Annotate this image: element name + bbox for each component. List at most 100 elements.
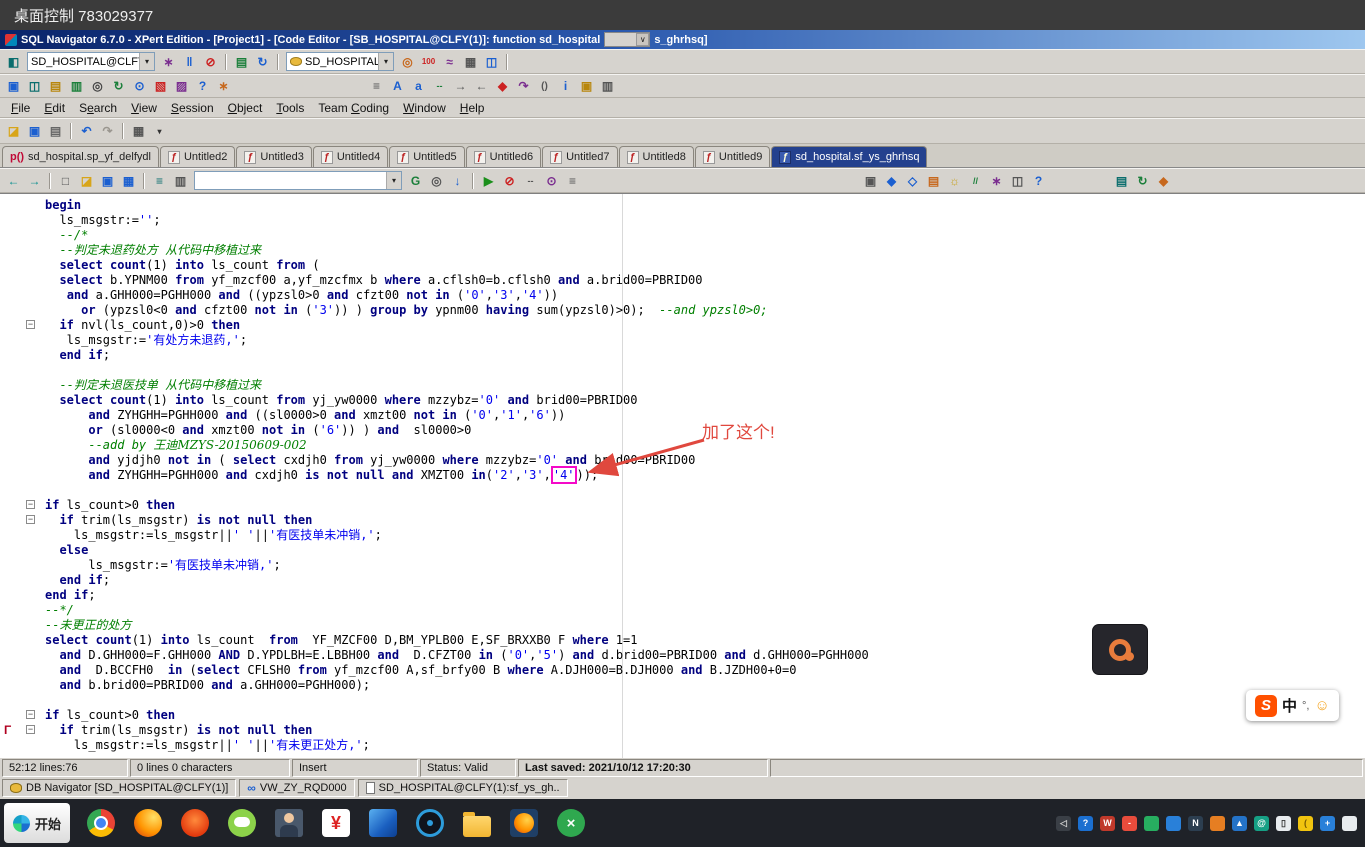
white-tray-icon[interactable] [1342, 815, 1357, 831]
ime-language-indicator[interactable]: 中 [1282, 695, 1297, 716]
comment-toggle-icon[interactable]: -- [521, 171, 540, 190]
phone-tray-icon[interactable]: ▯ [1276, 815, 1291, 831]
snippet-icon[interactable]: ▤ [924, 171, 943, 190]
fold-collapse-icon[interactable]: − [26, 725, 35, 734]
dropdown-arrow-icon[interactable]: ▾ [139, 53, 154, 70]
menu-view[interactable]: View [124, 99, 164, 117]
goto-icon[interactable]: ↷ [514, 76, 533, 96]
format-code-icon[interactable]: ≡ [367, 76, 386, 96]
tab-sd_hospital.sp_yf_delfydl[interactable]: p() sd_hospital.sp_yf_delfydl [2, 146, 159, 167]
fold-collapse-icon[interactable]: − [26, 710, 35, 719]
lock-block-icon[interactable]: ◆ [882, 171, 901, 190]
new-session-icon[interactable]: ▣ [4, 76, 23, 96]
chat-app-icon[interactable] [223, 804, 261, 842]
refresh-icon[interactable]: ↻ [253, 52, 272, 71]
back-icon[interactable]: ← [4, 171, 23, 190]
blue-tray-icon[interactable] [1166, 815, 1181, 831]
find-text-icon[interactable]: ◎ [427, 171, 446, 190]
undo-icon[interactable]: ↶ [77, 121, 96, 141]
find-objects-icon[interactable]: ◎ [398, 52, 417, 71]
blue-app-icon[interactable] [364, 804, 402, 842]
bookmark-icon[interactable]: ◆ [493, 76, 512, 96]
code-editor[interactable]: begin ls_msgstr:=''; --/* --判定未退药处方 从代码中… [0, 193, 1365, 758]
green-x-app-icon[interactable]: × [552, 804, 590, 842]
word-tray-icon[interactable]: W [1100, 815, 1115, 831]
menu-file[interactable]: File [4, 99, 37, 117]
ime-punctuation-indicator[interactable]: °, [1302, 700, 1309, 712]
tab-Untitled7[interactable]: ƒ Untitled7 [542, 146, 618, 167]
menu-edit[interactable]: Edit [37, 99, 72, 117]
grid-icon[interactable]: ▦ [461, 52, 480, 71]
search-combo[interactable]: ▾ [194, 171, 402, 190]
assist-icon[interactable]: ? [1029, 171, 1048, 190]
menu-window[interactable]: Window [396, 99, 453, 117]
help-icon[interactable]: ? [193, 76, 212, 96]
firefox-icon[interactable] [129, 804, 167, 842]
connect-session-icon[interactable]: ◧ [4, 52, 23, 71]
tab-Untitled3[interactable]: ƒ Untitled3 [236, 146, 312, 167]
outline-icon[interactable]: ≡ [150, 171, 169, 190]
chrome-icon[interactable] [82, 804, 120, 842]
doc-comment-icon[interactable]: // [966, 171, 985, 190]
session-options-icon[interactable]: ∗ [159, 52, 178, 71]
schema-combo[interactable]: SD_HOSPITAL ▾ [286, 52, 394, 71]
new-doc-icon[interactable]: □ [56, 171, 75, 190]
start-button[interactable]: 开始 [4, 803, 71, 843]
compass-app-icon[interactable] [411, 804, 449, 842]
substitution-icon[interactable]: ≈ [440, 52, 459, 71]
menu-tools[interactable]: Tools [269, 99, 311, 117]
panel-view[interactable]: ∞ VW_ZY_RQD000 [239, 779, 355, 797]
menu-search[interactable]: Search [72, 99, 124, 117]
opera-icon[interactable] [176, 804, 214, 842]
bracket-tray-icon[interactable]: ( [1298, 815, 1313, 831]
find-icon[interactable]: ◎ [88, 76, 107, 96]
dropdown-arrow-icon[interactable]: ▾ [386, 172, 401, 189]
pause-icon[interactable]: ‖ [180, 52, 199, 71]
history-icon[interactable]: ⊙ [130, 76, 149, 96]
open-object-icon[interactable]: ◫ [25, 76, 44, 96]
save-doc-icon[interactable]: ▣ [98, 171, 117, 190]
unlock-block-icon[interactable]: ◇ [903, 171, 922, 190]
indent-icon[interactable]: → [451, 76, 470, 96]
audio-tray-icon[interactable]: ◁ [1056, 815, 1071, 831]
lowercase-icon[interactable]: a [409, 76, 428, 96]
hint-icon[interactable]: ☼ [945, 171, 964, 190]
print-icon[interactable]: ▤ [46, 121, 65, 141]
tab-Untitled8[interactable]: ƒ Untitled8 [618, 146, 694, 167]
comment-lines-icon[interactable]: -- [430, 76, 449, 96]
sogou-logo-icon[interactable]: S [1255, 694, 1277, 717]
brackets-icon[interactable]: () [535, 76, 554, 96]
open-doc-icon[interactable]: ◪ [77, 171, 96, 190]
forward-icon[interactable]: → [25, 171, 44, 190]
lock-icon[interactable]: ▣ [577, 76, 596, 96]
options-icon[interactable]: ∗ [214, 76, 233, 96]
stop-icon[interactable]: ⊘ [201, 52, 220, 71]
redo-icon[interactable]: ↷ [98, 121, 117, 141]
recycle-icon[interactable]: ↻ [109, 76, 128, 96]
sync-icon[interactable]: ↻ [1133, 171, 1152, 190]
menu-object[interactable]: Object [221, 99, 270, 117]
shield-tray-icon[interactable]: ▲ [1232, 815, 1247, 831]
outdent-icon[interactable]: ← [472, 76, 491, 96]
window-titlebar[interactable]: SQL Navigator 6.7.0 - XPert Edition - [P… [0, 30, 1365, 49]
save-file-icon[interactable]: ▣ [25, 121, 44, 141]
output-icon[interactable]: ▧ [151, 76, 170, 96]
db-explorer-icon[interactable]: ▤ [46, 76, 65, 96]
tab-Untitled2[interactable]: ƒ Untitled2 [159, 146, 236, 167]
tab-Untitled9[interactable]: ƒ Untitled9 [694, 146, 771, 167]
ime-bar[interactable]: S 中 °, ☺ [1246, 690, 1339, 721]
tag-icon[interactable]: ◆ [1154, 171, 1173, 190]
job-scheduler-icon[interactable]: ▨ [172, 76, 191, 96]
bank-app-icon[interactable]: ¥ [317, 804, 355, 842]
goto-line-icon[interactable]: G [406, 171, 425, 190]
tab-sd_hospital.sf_ys_ghrhsq[interactable]: ƒ sd_hospital.sf_ys_ghrhsq [771, 146, 928, 167]
tab-Untitled4[interactable]: ƒ Untitled4 [312, 146, 389, 167]
title-dropdown[interactable]: ∨ [604, 32, 651, 47]
halt-icon[interactable]: ⊘ [500, 171, 519, 190]
plus-tray-icon[interactable]: + [1320, 815, 1335, 831]
menu-team-coding[interactable]: Team Coding [311, 99, 396, 117]
tab-Untitled5[interactable]: ƒ Untitled5 [389, 146, 465, 167]
find-next-icon[interactable]: ↓ [448, 171, 467, 190]
panel-doc[interactable]: SD_HOSPITAL@CLFY(1):sf_ys_gh.. [357, 779, 568, 797]
fox-folder-app-icon[interactable] [505, 804, 543, 842]
